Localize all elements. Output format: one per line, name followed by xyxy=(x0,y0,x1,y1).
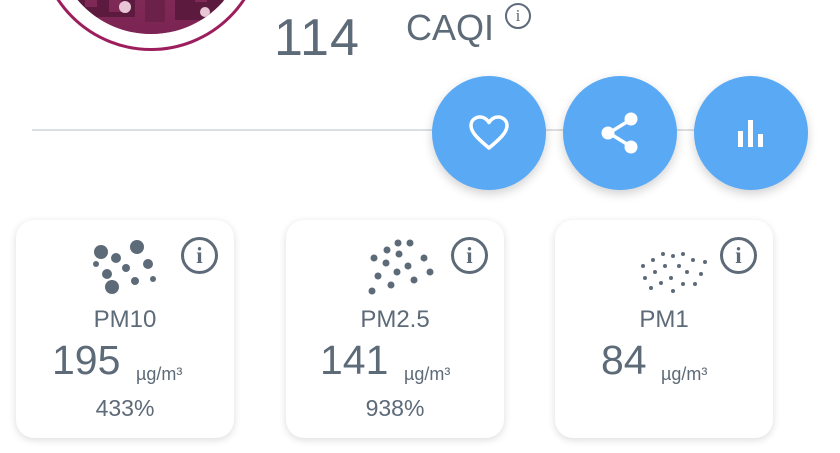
chart-button[interactable] xyxy=(694,76,808,190)
pm10-info-icon[interactable]: i xyxy=(181,237,218,274)
pm1-card[interactable]: i PM1 84 µg/m³ xyxy=(555,220,773,438)
pm1-label: PM1 xyxy=(639,306,689,333)
pm25-info-icon[interactable]: i xyxy=(451,237,488,274)
caqi-unit-label: CAQI xyxy=(406,7,495,48)
caqi-info-icon[interactable]: i xyxy=(505,3,531,29)
caqi-value: 114 xyxy=(274,9,360,67)
pm10-value: 195 xyxy=(52,337,121,383)
pm10-unit: µg/m³ xyxy=(136,364,183,384)
favorite-button[interactable] xyxy=(432,76,546,190)
share-icon xyxy=(601,112,638,154)
city-skyline-image xyxy=(55,0,247,34)
heart-icon xyxy=(469,115,509,150)
section-divider xyxy=(32,129,802,131)
share-button[interactable] xyxy=(563,76,677,190)
pm10-label: PM10 xyxy=(93,306,157,333)
pm1-info-icon[interactable]: i xyxy=(720,237,757,274)
pm1-value: 84 xyxy=(601,337,647,383)
pm1-unit: µg/m³ xyxy=(661,364,708,384)
small-particles-icon xyxy=(641,252,707,293)
bar-chart-icon xyxy=(738,120,763,147)
pm25-label: PM2.5 xyxy=(360,306,430,333)
medium-particles-icon xyxy=(368,239,434,295)
large-particles-icon xyxy=(93,240,156,294)
pm25-percent: 938% xyxy=(365,395,425,421)
pm10-percent: 433% xyxy=(95,395,155,421)
pm10-card[interactable]: i PM10 195 µg/m³ 433% xyxy=(16,220,234,438)
pm25-card[interactable]: i PM2.5 141 µg/m³ 938% xyxy=(286,220,504,438)
pm25-value: 141 xyxy=(320,337,389,383)
city-avatar xyxy=(38,0,264,51)
pm25-unit: µg/m³ xyxy=(404,364,451,384)
